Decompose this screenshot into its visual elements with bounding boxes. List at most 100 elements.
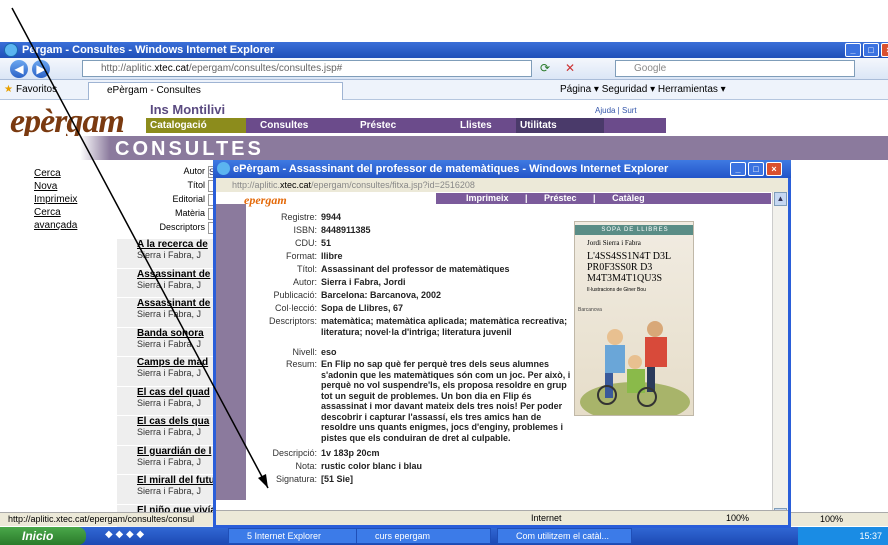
popup-left-band xyxy=(216,204,246,500)
result-item[interactable]: Banda sonora Sierra i Fabra, J xyxy=(117,326,227,356)
search-placeholder: Google xyxy=(634,63,667,74)
search-input[interactable]: Google xyxy=(615,60,855,77)
favorites-button[interactable]: Favoritos xyxy=(16,80,57,100)
field-label: Nota: xyxy=(295,461,317,471)
field-value: Assassinant del professor de matemàtique… xyxy=(321,264,510,274)
ie-icon xyxy=(4,43,18,57)
field-label: Nivell: xyxy=(292,347,317,357)
side-links: Cerca Nova Imprimeix Cerca avançada xyxy=(34,167,94,232)
status-zoom[interactable]: 100% xyxy=(820,513,843,526)
field-label: Autor: xyxy=(292,277,317,287)
menu-prestec[interactable]: Préstec xyxy=(356,118,396,133)
close-button[interactable]: × xyxy=(881,43,888,57)
label-autor: Autor xyxy=(183,166,205,176)
back-button[interactable]: ◀ xyxy=(10,60,28,78)
field-label: Descripció: xyxy=(272,448,317,458)
main-menu: Catalogació Consultes Préstec Llistes Ut… xyxy=(146,118,666,133)
field-label: Resum: xyxy=(285,359,317,369)
taskbar: Inicio ◆ ◆ ◆ ◆ 5 Internet Explorer curs … xyxy=(0,527,888,545)
result-item[interactable]: El guardián de l Sierra i Fabra, J xyxy=(117,444,227,474)
cover-series: SOPA DE LLIBRES xyxy=(575,225,693,235)
menu-utilitats[interactable]: Utilitats xyxy=(516,118,604,133)
menu-llistes[interactable]: Llistes xyxy=(456,118,492,133)
minimize-button[interactable]: _ xyxy=(845,43,861,57)
result-item[interactable]: Assassinant de Sierra i Fabra, J xyxy=(117,297,227,327)
menu-catalogacio[interactable]: Catalogació xyxy=(146,118,246,133)
link-nova[interactable]: Nova xyxy=(34,180,94,193)
status-url: http://aplitic.xtec.cat/epergam/consulte… xyxy=(8,514,195,524)
menu-consultes[interactable]: Consultes xyxy=(256,118,308,133)
toolbar-menus[interactable]: Página ▾ Seguridad ▾ Herramientas ▾ xyxy=(560,80,726,100)
field-value: [51 Sie] xyxy=(321,474,354,484)
result-item[interactable]: Assassinant de Sierra i Fabra, J xyxy=(117,267,227,297)
favorites-star-icon: ★ xyxy=(4,84,13,95)
popup-status-bar: Internet 100% xyxy=(216,510,788,525)
result-item[interactable]: El mirall del futu Sierra i Fabra, J xyxy=(117,474,227,504)
scroll-up-icon[interactable]: ▲ xyxy=(774,192,787,206)
field-value: eso xyxy=(321,347,337,357)
field-value: Barcelona: Barcanova, 2002 xyxy=(321,290,442,300)
refresh-icon[interactable]: ⟳ xyxy=(540,61,550,75)
cover-illustrations: Il·lustracions de Giner Bou xyxy=(587,287,646,293)
cover-author: Jordi Sierra i Fabra xyxy=(587,239,641,247)
window-title: Pèrgam - Consultes - Windows Internet Ex… xyxy=(22,44,275,56)
popup-address[interactable]: http://aplitic.xtec.cat/epergam/consulte… xyxy=(216,178,788,192)
popup-logo: epergam xyxy=(244,193,287,207)
popup-titlebar: ePèrgam - Assassinant del professor de m… xyxy=(213,160,791,178)
link-cerca-avancada[interactable]: Cerca avançada xyxy=(34,206,94,232)
popup-zoom[interactable]: 100% xyxy=(726,511,749,525)
popup-maximize-button[interactable]: □ xyxy=(748,162,764,176)
task-curs-epergam[interactable]: curs epergam xyxy=(356,528,491,544)
url-path: /epergam/consultes/consultes.jsp# xyxy=(188,63,343,74)
section-title: CONSULTES xyxy=(115,138,264,160)
cover-illustration xyxy=(580,321,690,415)
quicklaunch-icons[interactable]: ◆ ◆ ◆ ◆ xyxy=(105,529,144,540)
task-com-utilitzem[interactable]: Com utilitzem el catàl... xyxy=(497,528,632,544)
field-value: Sopa de Llibres, 67 xyxy=(321,303,404,313)
field-value: 9944 xyxy=(321,212,342,222)
result-item[interactable]: El cas dels qua Sierra i Fabra, J xyxy=(117,415,227,445)
field-value: 51 xyxy=(321,238,332,248)
label-titol: Títol xyxy=(187,180,205,190)
field-label: Col·lecció: xyxy=(274,303,317,313)
favorites-bar: ★ Favoritos ePèrgam - Consultes Página ▾… xyxy=(0,80,888,100)
result-item[interactable]: El cas del quad Sierra i Fabra, J xyxy=(117,385,227,415)
forward-button[interactable]: ▶ xyxy=(32,60,50,78)
field-value: 8448911385 xyxy=(321,225,371,235)
popup-scrollbar[interactable]: ▲ ▼ xyxy=(772,192,788,522)
field-label: Títol: xyxy=(296,264,317,274)
result-item[interactable]: Camps de mad Sierra i Fabra, J xyxy=(117,356,227,386)
field-value: llibre xyxy=(321,251,343,261)
field-label: ISBN: xyxy=(293,225,317,235)
address-input[interactable]: http://aplitic.xtec.cat/epergam/consulte… xyxy=(82,60,532,77)
popup-menu[interactable]: Imprimeix | Préstec | Catàleg xyxy=(436,193,771,204)
help-links[interactable]: Ajuda | Surt xyxy=(595,106,637,115)
label-descriptors: Descriptors xyxy=(159,222,205,232)
background xyxy=(0,0,888,42)
field-value: rustic color blanc i blau xyxy=(321,461,423,471)
tab-label: ePèrgam - Consultes xyxy=(107,85,201,96)
tab-consultes[interactable]: ePèrgam - Consultes xyxy=(88,82,343,100)
field-label: Format: xyxy=(285,251,317,261)
field-label: Signatura: xyxy=(275,474,317,484)
stop-icon[interactable]: ✕ xyxy=(565,61,575,75)
link-imprimeix[interactable]: Imprimeix xyxy=(34,193,94,206)
url-prefix: http://aplitic. xyxy=(101,63,155,74)
popup-title: ePèrgam - Assassinant del professor de m… xyxy=(233,163,669,175)
popup-minimize-button[interactable]: _ xyxy=(730,162,746,176)
link-cerca[interactable]: Cerca xyxy=(34,167,94,180)
maximize-button[interactable]: □ xyxy=(863,43,879,57)
popup-zone: Internet xyxy=(531,513,562,523)
window-titlebar: Pèrgam - Consultes - Windows Internet Ex… xyxy=(0,42,888,58)
start-button[interactable]: Inicio xyxy=(0,527,86,545)
start-label: Inicio xyxy=(22,529,54,543)
logo-e: e xyxy=(10,103,25,140)
popup-url-path: /epergam/consultes/fitxa.jsp?id=2516208 xyxy=(311,180,475,190)
field-value: En Flip no sap què fer perquè tres dels … xyxy=(321,359,571,443)
field-value: matemàtica; matemàtica aplicada; matemàt… xyxy=(321,316,568,337)
address-toolbar: ◀ ▶ http://aplitic.xtec.cat/epergam/cons… xyxy=(0,58,888,80)
popup-close-button[interactable]: × xyxy=(766,162,782,176)
result-item[interactable]: A la recerca de Sierra i Fabra, J xyxy=(117,238,227,268)
label-materia: Matèria xyxy=(174,208,205,218)
popup-url-domain: xtec.cat xyxy=(280,180,312,190)
